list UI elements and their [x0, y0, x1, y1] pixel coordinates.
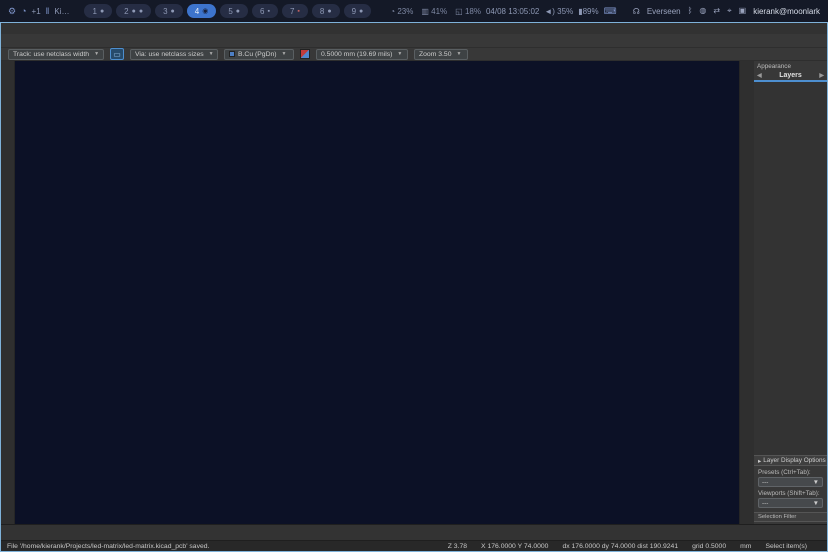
tray-icon[interactable]: ‖: [46, 6, 50, 16]
layer-pair-indicator[interactable]: [300, 49, 310, 59]
bluetooth-icon[interactable]: ᛒ: [688, 6, 693, 16]
volume-icon: ◄): [544, 7, 555, 16]
system-stat: ◔ 23%: [390, 7, 413, 16]
menu-bar: [1, 23, 827, 34]
tab-layers[interactable]: Layers: [762, 72, 820, 79]
board-counts: [1, 524, 827, 540]
layer-color-swatch: [229, 51, 235, 57]
workspace-6[interactable]: 6▪: [252, 4, 278, 18]
workspace-app-icon: ●: [236, 8, 240, 15]
zoom-dropdown[interactable]: Zoom 3.50▼: [414, 49, 468, 60]
left-tray: ◔ +1 ‖ Ki…: [21, 6, 69, 16]
tray-text: +1: [32, 7, 41, 16]
chevron-down-icon: ▼: [457, 51, 462, 57]
system-stats: ◔ 23% ▥ 41% ◱ 18%: [390, 7, 481, 16]
presets-label: Presets (Ctrl+Tab):: [754, 466, 827, 477]
right-toolbar: [739, 61, 754, 524]
grid-readout: grid 0.5000: [692, 543, 726, 550]
volume-indicator[interactable]: ◄) 35%: [544, 7, 573, 16]
workspace-app-icon: ◉: [202, 7, 208, 15]
kicad-window: Track: use netclass width▼ ▭ Via: use ne…: [0, 22, 828, 552]
tool-hint: Select item(s): [765, 543, 807, 550]
screen: ⚙ ◔ +1 ‖ Ki… 1● 2●● 3● 4◉5● 6▪ 7▪ 8● 9● ◔ 23% ▥ 41%…: [0, 0, 828, 552]
chevron-down-icon: ▼: [282, 51, 287, 57]
workspace-1[interactable]: 1●: [84, 4, 112, 18]
workspace-2[interactable]: 2●●: [116, 4, 151, 18]
screenshot-icon[interactable]: ▣: [739, 6, 747, 16]
tray-text: Ki…: [54, 7, 69, 16]
left-toolbar: [1, 61, 15, 524]
workspace-4[interactable]: 4◉: [187, 4, 217, 18]
workspace-app-icon: ●: [327, 8, 331, 15]
chevron-down-icon: ▼: [209, 51, 214, 57]
chevron-down-icon: ▼: [397, 51, 402, 57]
track-width-dropdown[interactable]: Track: use netclass width▼: [8, 49, 104, 60]
panel-tabs: ◀ Layers ▶: [754, 71, 827, 82]
chevron-down-icon: ▼: [94, 51, 99, 57]
via-size-dropdown[interactable]: Via: use netclass sizes▼: [130, 49, 218, 60]
options-toolbar: Track: use netclass width▼ ▭ Via: use ne…: [1, 48, 827, 61]
mic-icon[interactable]: ⌖: [727, 6, 732, 16]
workspace-app-icon: ▪: [297, 8, 299, 15]
system-stat: ◱ 18%: [455, 7, 481, 16]
workspace-app-icon: ●: [139, 8, 143, 15]
panel-title: Appearance: [754, 61, 827, 71]
tab-scroll-right-icon[interactable]: ▶: [819, 72, 824, 79]
selection-filter-title: Selection Filter: [754, 512, 827, 522]
keyboard-icon[interactable]: ⌨: [604, 6, 617, 17]
workspace-app-icon: ●: [100, 8, 104, 15]
kdeconnect-icon[interactable]: ⇄: [713, 6, 720, 16]
zoom-readout: Z 3.78: [448, 543, 467, 550]
file-saved-message: File '/home/kierank/Projects/led-matrix/…: [7, 543, 434, 550]
system-tray: ☊ Everseen ᛒ ◍ ⇄ ⌖ ▣ kierank@moonlark: [633, 6, 820, 16]
wifi-name[interactable]: Everseen: [647, 7, 681, 16]
workspace-app-icon: ●: [359, 8, 363, 15]
grid-dropdown[interactable]: 0.5000 mm (19.69 mils)▼: [316, 49, 408, 60]
tray-icon[interactable]: ◔: [21, 6, 26, 16]
battery-indicator[interactable]: ▮89%: [578, 7, 598, 16]
units-readout: mm: [740, 543, 751, 550]
chevron-down-icon: ▼: [813, 479, 819, 486]
workspace-9[interactable]: 9●: [344, 4, 372, 18]
system-bar: ⚙ ◔ +1 ‖ Ki… 1● 2●● 3● 4◉5● 6▪ 7▪ 8● 9● ◔ 23% ▥ 41%…: [0, 0, 828, 22]
wifi-icon[interactable]: ☊: [633, 7, 640, 16]
chevron-down-icon: ▼: [813, 500, 819, 507]
pcb-drawing[interactable]: [15, 61, 739, 524]
layers-list: [754, 82, 827, 455]
gear-icon[interactable]: ⚙: [8, 6, 16, 17]
system-stat: ▥ 41%: [421, 7, 447, 16]
relative-position: dx 176.0000 dy 74.0000 dist 190.9241: [562, 543, 678, 550]
workspace-app-icon: ●: [132, 8, 136, 15]
workspace-3[interactable]: 3●: [155, 4, 183, 18]
main-toolbar: [1, 34, 827, 48]
workspace-7[interactable]: 7▪: [282, 4, 308, 18]
viewports-label: Viewports (Shift+Tab):: [754, 487, 827, 498]
workspace-app-icon: ●: [171, 8, 175, 15]
presets-dropdown[interactable]: ---▼: [758, 477, 823, 487]
network-icon[interactable]: ◍: [699, 6, 706, 16]
status-bar: File '/home/kierank/Projects/led-matrix/…: [1, 524, 827, 551]
status-message-row: File '/home/kierank/Projects/led-matrix/…: [1, 540, 827, 551]
pcb-canvas[interactable]: [15, 61, 739, 524]
workspace-5[interactable]: 5●: [220, 4, 248, 18]
cursor-position: X 176.0000 Y 74.0000: [481, 543, 548, 550]
auto-track-width-button[interactable]: ▭: [110, 48, 124, 60]
workspace-switcher: 1● 2●● 3● 4◉5● 6▪ 7▪ 8● 9●: [84, 4, 371, 18]
logged-in-user: kierank@moonlark: [753, 7, 820, 16]
appearance-panel: Appearance ◀ Layers ▶ ▸Layer Display Opt…: [754, 61, 827, 524]
active-layer-dropdown[interactable]: B.Cu (PgDn)▼: [224, 49, 294, 60]
chevron-right-icon: ▸: [758, 457, 761, 465]
workspace-8[interactable]: 8●: [312, 4, 340, 18]
viewports-dropdown[interactable]: ---▼: [758, 498, 823, 508]
workspace-app-icon: ▪: [267, 8, 269, 15]
clock: 04/08 13:05:02: [486, 7, 539, 16]
layer-display-options[interactable]: ▸Layer Display Options: [754, 455, 827, 466]
